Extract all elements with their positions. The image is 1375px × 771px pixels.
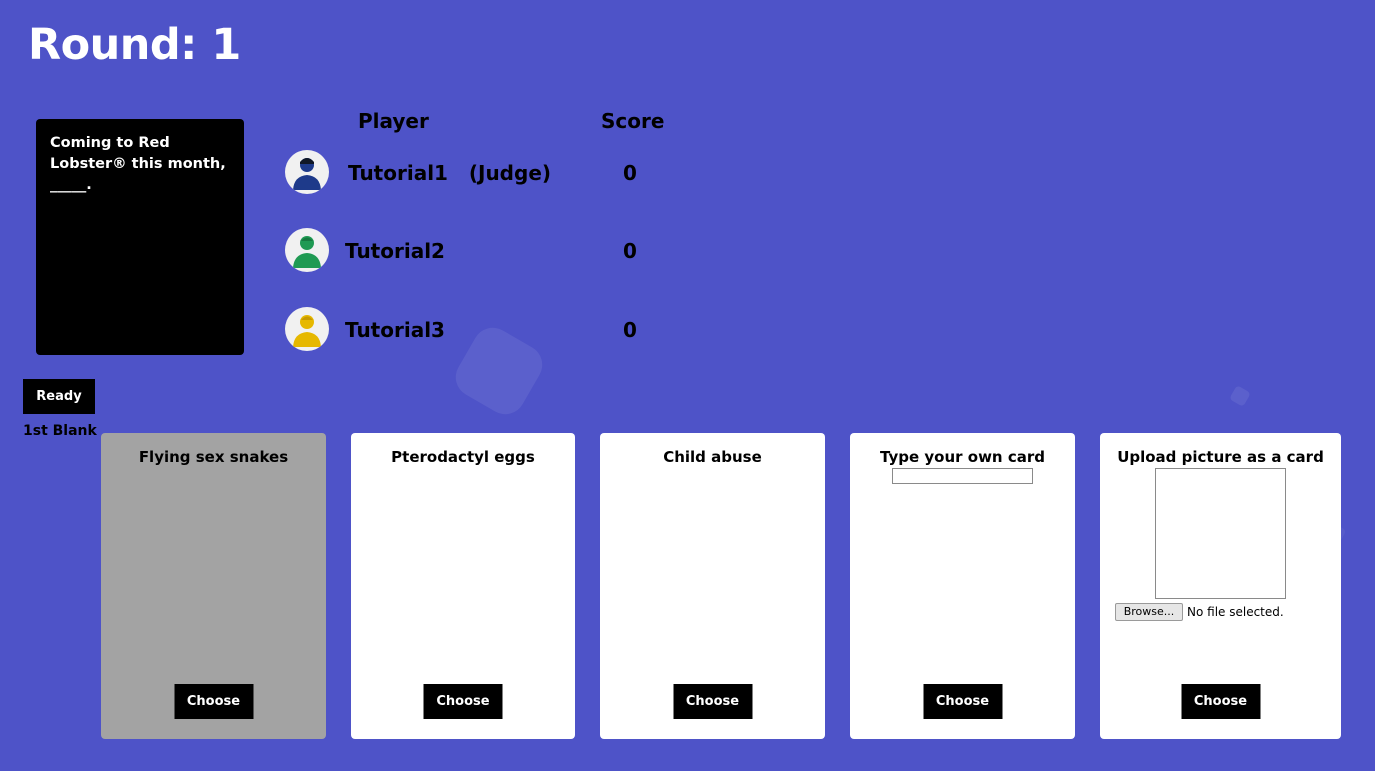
card-text: Flying sex snakes bbox=[138, 448, 289, 466]
file-picker: Browse... No file selected. bbox=[1115, 601, 1284, 621]
picture-upload-card[interactable]: Upload picture as a card Browse... No fil… bbox=[1100, 433, 1341, 739]
blank-label: 1st Blank bbox=[23, 423, 97, 439]
card-text: Pterodactyl eggs bbox=[391, 448, 535, 466]
answer-card[interactable]: Pterodactyl eggs Choose bbox=[351, 433, 575, 739]
answer-card[interactable]: Child abuse Choose bbox=[600, 433, 825, 739]
choose-button[interactable]: Choose bbox=[174, 684, 253, 719]
prompt-text: Coming to Red Lobster® this month, _____… bbox=[50, 135, 226, 193]
file-status: No file selected. bbox=[1187, 604, 1284, 619]
choose-button[interactable]: Choose bbox=[423, 684, 503, 719]
custom-text-card[interactable]: Type your own card Choose bbox=[850, 433, 1075, 739]
browse-button[interactable]: Browse... bbox=[1115, 602, 1183, 621]
answer-card[interactable]: Flying sex snakes Choose bbox=[101, 433, 326, 739]
player-column-header: Player bbox=[358, 109, 429, 133]
player-row: Tutorial2 0 bbox=[285, 228, 685, 274]
choose-button[interactable]: Choose bbox=[673, 684, 752, 719]
choose-button[interactable]: Choose bbox=[1181, 684, 1260, 719]
ready-button[interactable]: Ready bbox=[23, 379, 95, 414]
person-avatar-icon bbox=[285, 228, 329, 272]
card-text: Upload picture as a card bbox=[1117, 448, 1324, 466]
person-avatar-icon bbox=[285, 150, 329, 194]
player-name: Tutorial2 bbox=[345, 239, 445, 263]
game-page: Round: 1 Coming to Red Lobster® this mon… bbox=[0, 0, 1375, 771]
player-score: 0 bbox=[623, 318, 637, 342]
card-text: Type your own card bbox=[880, 448, 1045, 466]
player-name: Tutorial1 (Judge) bbox=[348, 161, 552, 185]
player-row: Tutorial1 (Judge) 0 bbox=[285, 150, 685, 196]
round-title: Round: 1 bbox=[28, 20, 241, 70]
player-score: 0 bbox=[623, 161, 637, 185]
person-avatar-icon bbox=[285, 307, 329, 351]
score-column-header: Score bbox=[601, 109, 665, 133]
choose-button[interactable]: Choose bbox=[923, 684, 1002, 719]
black-prompt-card: Coming to Red Lobster® this month, _____… bbox=[36, 119, 244, 355]
player-row: Tutorial3 0 bbox=[285, 307, 685, 353]
player-name: Tutorial3 bbox=[345, 318, 445, 342]
custom-card-input[interactable] bbox=[892, 468, 1033, 484]
player-score: 0 bbox=[623, 239, 637, 263]
card-text: Child abuse bbox=[663, 448, 762, 466]
background-decoration bbox=[1229, 385, 1251, 407]
picture-preview bbox=[1155, 468, 1286, 599]
